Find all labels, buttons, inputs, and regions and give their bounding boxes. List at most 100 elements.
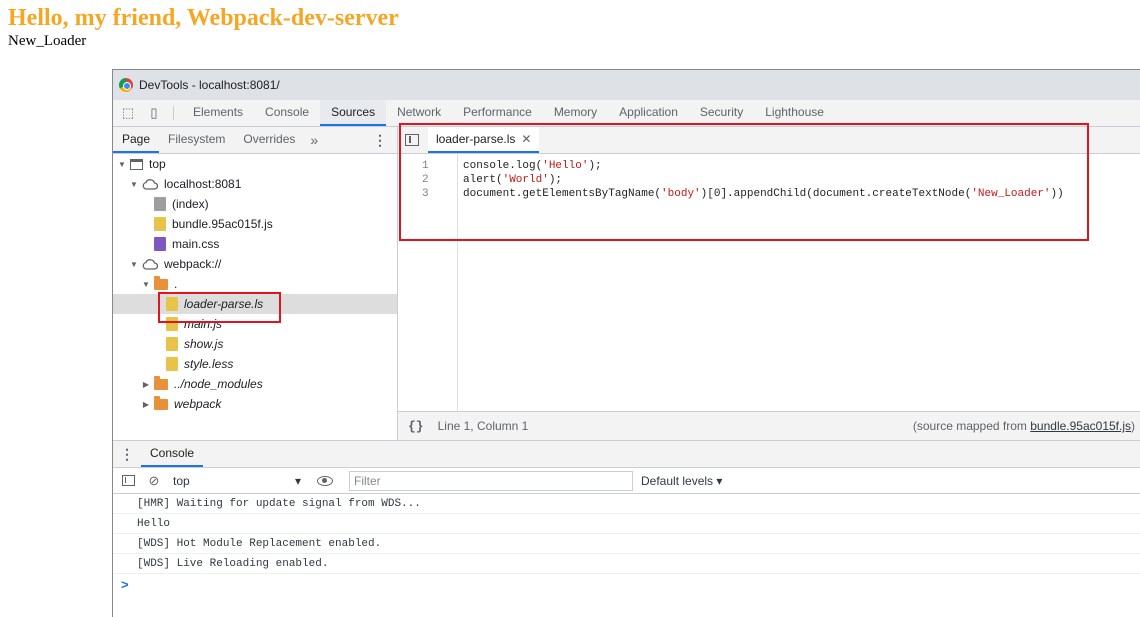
console-message: [HMR] Waiting for update signal from WDS… xyxy=(113,494,1140,514)
context-selector[interactable]: top ▾ xyxy=(173,474,305,488)
expand-arrow-icon[interactable]: ▼ xyxy=(129,180,139,189)
chrome-icon xyxy=(119,78,133,92)
source-mapped-suffix: ) xyxy=(1131,419,1135,433)
tree-item-label: localhost:8081 xyxy=(164,177,242,191)
file-icon-yellow xyxy=(166,317,178,331)
drawer-menu-icon[interactable]: ⋮ xyxy=(113,441,141,467)
file-icon-yellow xyxy=(154,217,166,231)
code-line: alert('World'); xyxy=(463,174,563,186)
tree-item-label: show.js xyxy=(184,337,224,351)
code-area[interactable]: 1 console.log('Hello'); 2 alert('World'); 3 d… xyxy=(398,154,1140,411)
navigator-tab-filesystem[interactable]: Filesystem xyxy=(159,127,234,153)
tab-security[interactable]: Security xyxy=(689,100,754,126)
tree-item-label: . xyxy=(174,277,178,291)
collapse-arrow-icon[interactable]: ▶ xyxy=(141,400,151,409)
cloud-icon xyxy=(142,258,159,270)
tab-application[interactable]: Application xyxy=(608,100,689,126)
line-number: 1 xyxy=(422,160,429,172)
main-tab-bar: ⬚ ▯ Elements Console Sources Network Perform… xyxy=(113,100,1140,127)
tree-item[interactable]: ▶bundle.95ac015f.js xyxy=(113,214,397,234)
context-selector-value: top xyxy=(173,473,190,488)
tree-item-label: webpack:// xyxy=(164,257,222,271)
navigator-tab-overrides[interactable]: Overrides xyxy=(234,127,304,153)
folder-icon xyxy=(154,275,168,290)
source-mapped-prefix: (source mapped from xyxy=(912,419,1031,433)
collapse-arrow-icon[interactable]: ▶ xyxy=(141,380,151,389)
console-drawer: ⋮ Console ⊘ top ▾ Default levels ▾ [HMR]… xyxy=(113,440,1140,617)
page-body-text: New_Loader xyxy=(8,33,87,49)
toolbar-divider xyxy=(173,106,174,120)
file-tree: ▼top▼localhost:8081▶(index)▶bundle.95ac0… xyxy=(113,154,397,414)
console-messages: [HMR] Waiting for update signal from WDS… xyxy=(113,494,1140,574)
cursor-position: Line 1, Column 1 xyxy=(437,419,529,433)
frame-icon xyxy=(130,158,143,170)
more-options-icon[interactable]: ⋮ xyxy=(373,127,387,154)
console-sidebar-icon[interactable] xyxy=(117,475,139,486)
navigator-tab-page[interactable]: Page xyxy=(113,127,160,153)
tree-item-label: style.less xyxy=(184,357,234,371)
folder-icon xyxy=(154,375,168,390)
page-heading: Hello, my friend, Webpack-dev-server xyxy=(8,5,399,31)
editor-status-bar: {} Line 1, Column 1 (source mapped from … xyxy=(398,411,1140,440)
folder-icon xyxy=(154,395,168,410)
tab-memory[interactable]: Memory xyxy=(543,100,608,126)
tree-item[interactable]: ▼ webpack:// xyxy=(113,254,397,274)
devtools-window: DevTools - localhost:8081/ ⬚ ▯ Elements C… xyxy=(112,69,1140,617)
tree-item[interactable]: ▶ ../node_modules xyxy=(113,374,397,394)
tree-item[interactable]: ▼. xyxy=(113,274,397,294)
tree-item[interactable]: ▶main.js xyxy=(113,314,397,334)
tab-console-drawer[interactable]: Console xyxy=(141,441,204,467)
inspect-element-icon[interactable]: ⬚ xyxy=(117,100,139,126)
tree-item[interactable]: ▼ localhost:8081 xyxy=(113,174,397,194)
tree-item-label: loader-parse.ls xyxy=(184,297,264,311)
tab-lighthouse[interactable]: Lighthouse xyxy=(754,100,835,126)
tab-console[interactable]: Console xyxy=(254,100,320,126)
tree-item[interactable]: ▼ top xyxy=(113,154,397,174)
tab-performance[interactable]: Performance xyxy=(452,100,543,126)
prompt-chevron-icon: > xyxy=(121,576,129,592)
source-mapped-link[interactable]: bundle.95ac015f.js xyxy=(1030,419,1131,433)
code-line: document.getElementsByTagName('body')[0]… xyxy=(463,188,1064,200)
log-levels-dropdown[interactable]: Default levels ▾ xyxy=(641,474,722,488)
editor-file-tab-label: loader-parse.ls xyxy=(436,132,516,146)
tree-item[interactable]: ▶ webpack xyxy=(113,394,397,414)
tree-item[interactable]: ▶style.less xyxy=(113,354,397,374)
more-tabs-icon[interactable]: » xyxy=(304,127,324,153)
close-tab-icon[interactable]: ✕ xyxy=(521,132,531,146)
tab-elements[interactable]: Elements xyxy=(182,100,254,126)
pretty-print-icon[interactable]: {} xyxy=(408,419,424,434)
tree-item-label: bundle.95ac015f.js xyxy=(172,217,273,231)
tree-item[interactable]: ▶show.js xyxy=(113,334,397,354)
tree-item[interactable]: ▶(index) xyxy=(113,194,397,214)
expand-arrow-icon[interactable]: ▼ xyxy=(129,260,139,269)
console-prompt[interactable]: > xyxy=(113,574,1140,594)
expand-arrow-icon[interactable]: ▼ xyxy=(141,280,151,289)
tree-item-label: main.js xyxy=(184,317,223,331)
file-icon-yellow xyxy=(166,357,178,371)
tab-sources[interactable]: Sources xyxy=(320,100,387,126)
editor-file-tab[interactable]: loader-parse.ls ✕ xyxy=(428,127,540,153)
window-title: DevTools - localhost:8081/ xyxy=(139,78,280,92)
editor-tab-bar: loader-parse.ls ✕ xyxy=(398,127,1140,154)
tree-item-label: webpack xyxy=(174,397,222,411)
live-expression-eye-icon[interactable] xyxy=(317,475,333,486)
code-line: console.log('Hello'); xyxy=(463,160,602,172)
tab-network[interactable]: Network xyxy=(386,100,452,126)
device-toolbar-icon[interactable]: ▯ xyxy=(143,100,165,126)
file-icon-yellow xyxy=(166,337,178,351)
file-icon-gray xyxy=(154,197,166,211)
clear-console-icon[interactable]: ⊘ xyxy=(143,473,165,489)
source-mapped-info: (source mapped from bundle.95ac015f.js) xyxy=(913,419,1135,433)
console-filter-input[interactable] xyxy=(349,470,633,491)
console-message: [WDS] Live Reloading enabled. xyxy=(113,554,1140,574)
line-number: 3 xyxy=(422,188,429,200)
file-icon-purple xyxy=(154,237,166,251)
tree-item-label: main.css xyxy=(172,237,220,251)
tree-item-label: ../node_modules xyxy=(174,377,263,391)
navigator-tab-bar: Page Filesystem Overrides » ⋮ xyxy=(113,127,397,154)
tree-item[interactable]: ▶loader-parse.ls xyxy=(113,294,397,314)
file-icon-yellow xyxy=(166,297,178,311)
toggle-navigator-icon[interactable] xyxy=(398,127,426,153)
tree-item[interactable]: ▶main.css xyxy=(113,234,397,254)
expand-arrow-icon[interactable]: ▼ xyxy=(117,160,127,169)
